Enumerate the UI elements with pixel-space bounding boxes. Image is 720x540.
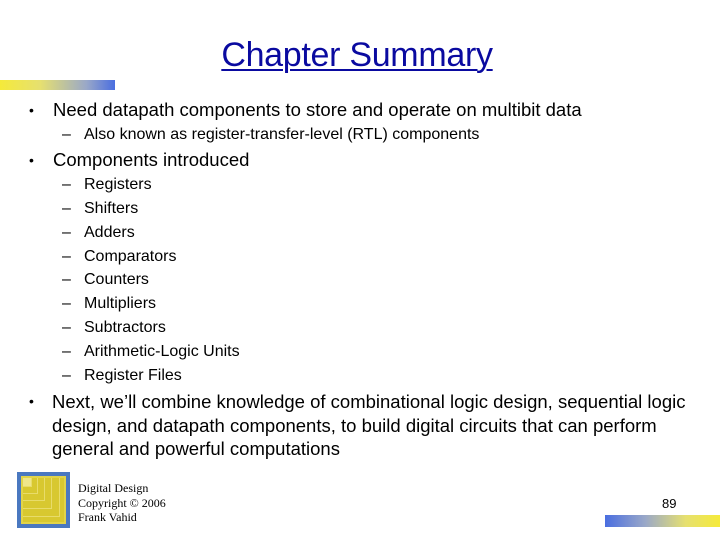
bullet-text: Need datapath components to store and op… xyxy=(53,99,582,120)
bullet-icon: • xyxy=(29,152,34,168)
dash-icon: – xyxy=(62,367,71,384)
dash-icon: – xyxy=(62,126,71,143)
component-name: Arithmetic-Logic Units xyxy=(84,343,240,360)
component-name: Multipliers xyxy=(84,295,157,312)
dash-icon: – xyxy=(62,319,71,336)
footer-course-title: Digital Design xyxy=(78,481,149,495)
slide-title: Chapter Summary xyxy=(221,36,493,74)
dash-icon: – xyxy=(62,176,71,193)
decorative-gradient-bar-top xyxy=(0,80,115,90)
component-name: Comparators xyxy=(84,248,177,265)
sub-bullet-text: Also known as register-transfer-level (R… xyxy=(84,126,480,143)
bullet-paragraph: Next, we’ll combine knowledge of combina… xyxy=(52,391,686,459)
footer-copyright: Copyright © 2006 xyxy=(78,495,166,510)
dash-icon: – xyxy=(62,224,71,241)
component-name: Shifters xyxy=(84,200,139,217)
dash-icon: – xyxy=(62,271,71,288)
dash-icon: – xyxy=(62,343,71,360)
bullet-text: Components introduced xyxy=(53,149,250,170)
component-name: Subtractors xyxy=(84,319,166,336)
component-name: Adders xyxy=(84,224,135,241)
dash-icon: – xyxy=(62,295,71,312)
component-name: Registers xyxy=(84,176,152,193)
nested-squares-logo-icon xyxy=(17,472,70,528)
bullet-icon: • xyxy=(29,393,34,409)
component-name: Register Files xyxy=(84,367,182,384)
footer-credits: Digital Design Copyright © 2006 Frank Va… xyxy=(78,481,166,525)
page-number: 89 xyxy=(662,496,677,511)
dash-icon: – xyxy=(62,200,71,217)
decorative-gradient-bar-bottom xyxy=(605,515,720,527)
component-name: Counters xyxy=(84,271,149,288)
dash-icon: – xyxy=(62,248,71,265)
footer-author: Frank Vahid xyxy=(78,510,137,524)
bullet-icon: • xyxy=(29,102,34,118)
